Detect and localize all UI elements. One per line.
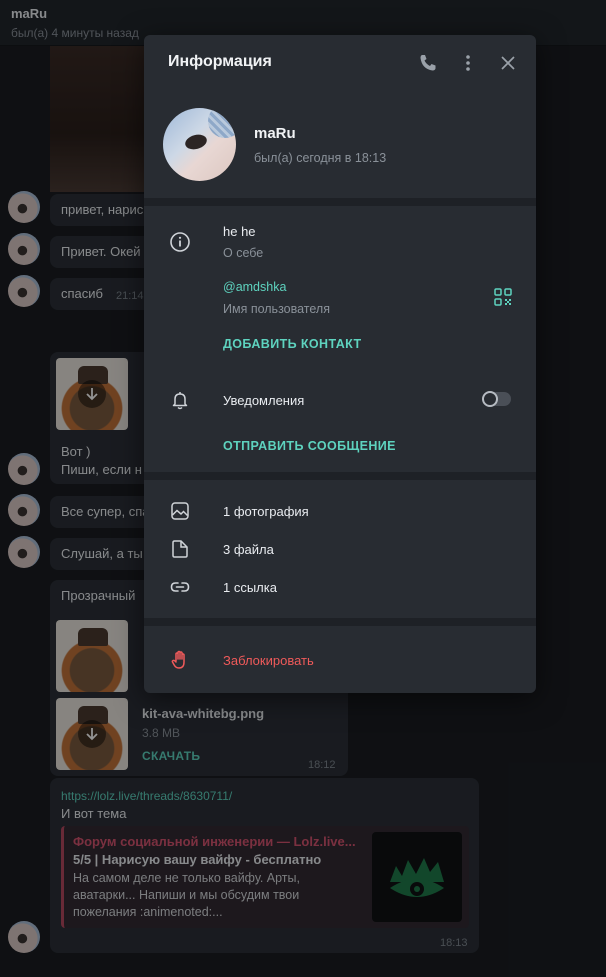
divider [144, 198, 536, 206]
phone-icon[interactable] [416, 51, 440, 75]
send-message-button[interactable]: ОТПРАВИТЬ СООБЩЕНИЕ [223, 439, 396, 453]
divider [144, 472, 536, 480]
file-icon [168, 537, 192, 561]
close-icon[interactable] [496, 51, 520, 75]
add-contact-button[interactable]: ДОБАВИТЬ КОНТАКТ [223, 337, 362, 351]
bio-label: О себе [223, 246, 264, 260]
bell-icon [168, 388, 192, 412]
link-icon [168, 575, 192, 599]
hand-stop-icon [168, 648, 192, 672]
media-links[interactable]: 1 ссылка [223, 580, 277, 595]
notifications-label: Уведомления [223, 393, 305, 408]
divider [144, 618, 536, 626]
profile-avatar[interactable] [163, 108, 236, 181]
username-value[interactable]: @amdshka [223, 280, 286, 294]
block-user-button[interactable]: Заблокировать [223, 653, 314, 668]
profile-status: был(а) сегодня в 18:13 [254, 151, 387, 165]
profile-name: maRu [254, 125, 296, 142]
toggle-knob [482, 391, 498, 407]
modal-title: Информация [168, 53, 272, 70]
notifications-toggle[interactable] [482, 391, 511, 407]
more-vertical-icon[interactable] [456, 51, 480, 75]
user-info-modal: Информация maRu был(а) сегодня в 18:13 h… [144, 35, 536, 693]
bio-value[interactable]: he he [223, 224, 256, 239]
photo-icon [168, 499, 192, 523]
qr-code-icon[interactable] [493, 287, 517, 311]
media-photos[interactable]: 1 фотография [223, 504, 309, 519]
username-label: Имя пользователя [223, 302, 330, 316]
info-icon [168, 230, 192, 254]
media-files[interactable]: 3 файла [223, 542, 274, 557]
